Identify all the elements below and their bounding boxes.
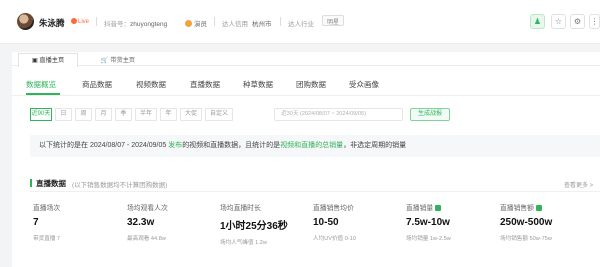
add-user-button[interactable]: ♟ [530, 14, 545, 29]
page-tabs: ▣ 直播主页 🛒 带货主页 [12, 52, 600, 67]
industry-tag: 明星 [322, 15, 345, 26]
date-range-input[interactable]: 近30天 (2024/08/07 ~ 2024/09/05) [274, 108, 403, 121]
filter-chip[interactable]: 大促 [180, 108, 202, 121]
filter-chip[interactable]: 周 [75, 108, 92, 121]
filter-chip[interactable]: 日 [55, 108, 72, 121]
douyin-id: 抖音号：zhuyongteng [104, 21, 168, 28]
live-stats-row: 直播场次 7 带货直播 7 场均观看人次 32.3w 最高观看 44.8w 场均… [30, 191, 600, 267]
divider [96, 17, 97, 26]
stat-card: 直播场次 7 带货直播 7 [33, 205, 61, 242]
nav-live-data[interactable]: 直播数据 [190, 79, 220, 90]
avatar[interactable] [17, 13, 34, 30]
chart-icon[interactable] [535, 205, 542, 211]
stat-card: 直播销售额 250w-500w 场均销售额 50w-75w [500, 205, 553, 242]
chart-icon[interactable] [435, 205, 442, 211]
nav-group-buy-data[interactable]: 团购数据 [296, 79, 326, 90]
nav-video-data[interactable]: 视频数据 [136, 79, 166, 90]
cart-icon: 🛒 [100, 57, 111, 64]
tab-sales-home[interactable]: 🛒 带货主页 [88, 53, 148, 67]
star-button[interactable]: ☆ [551, 14, 566, 29]
stat-card: 直播销售均价 10-50 人均UV价值 0-10 [313, 205, 356, 242]
verified-icon [185, 20, 192, 27]
role-badge: 演员 [185, 18, 207, 28]
stat-card: 场均直播时长 1小时25分36秒 场均人气峰值 1.2w [220, 205, 288, 246]
influencer-name: 朱泳腾 [39, 18, 65, 28]
generate-report-button[interactable]: 生成战报 [410, 108, 450, 121]
section-subtitle: (以下销售数据均不计算团购数据) [72, 182, 168, 189]
divider [280, 17, 281, 26]
more-button[interactable]: ⋮ [589, 14, 600, 29]
credit-label: 达人信用 [222, 21, 248, 28]
stat-card: 场均观看人次 32.3w 最高观看 44.8w [127, 205, 168, 242]
live-badge[interactable]: Live [71, 18, 89, 25]
section-marker [30, 179, 32, 187]
tab-live-home[interactable]: ▣ 直播主页 [18, 53, 78, 67]
stat-card: 直播销量 7.5w-10w 场均销量 1w-2.5w [406, 205, 451, 242]
divider [214, 17, 215, 26]
nav-data-overview[interactable]: 数据概览 [26, 79, 56, 90]
industry-label: 达人行业 [288, 21, 314, 28]
nav-product-data[interactable]: 商品数据 [82, 79, 112, 90]
stats-notice: 以下统计的是在 2024/08/07 - 2024/09/05 发布的视频和直播… [30, 135, 600, 157]
city: 杭州市 [252, 21, 272, 28]
live-icon [71, 18, 77, 24]
filter-chip[interactable]: 自定义 [205, 108, 233, 121]
filter-chip[interactable]: 季 [115, 108, 132, 121]
view-more-link[interactable]: 查看更多 > [564, 180, 593, 189]
nav-seeding-data[interactable]: 种草数据 [243, 79, 273, 90]
nav-audience-profile[interactable]: 受众画像 [349, 79, 379, 90]
section-title: 直播数据 [36, 179, 66, 188]
profile-header: 朱泳腾 Live 抖音号：zhuyongteng 演员 达人信用 杭州市 达人行… [0, 0, 600, 44]
filter-chip[interactable]: 近90天 [30, 108, 52, 121]
main-panel: ▣ 直播主页 🛒 带货主页 数据概览 商品数据 视频数据 直播数据 种草数据 团… [12, 52, 600, 267]
settings-button[interactable]: ⚙ [570, 14, 585, 29]
divider [12, 95, 600, 96]
filter-chip[interactable]: 月 [95, 108, 112, 121]
filter-chip[interactable]: 半年 [135, 108, 157, 121]
filter-chip[interactable]: 年 [160, 108, 177, 121]
